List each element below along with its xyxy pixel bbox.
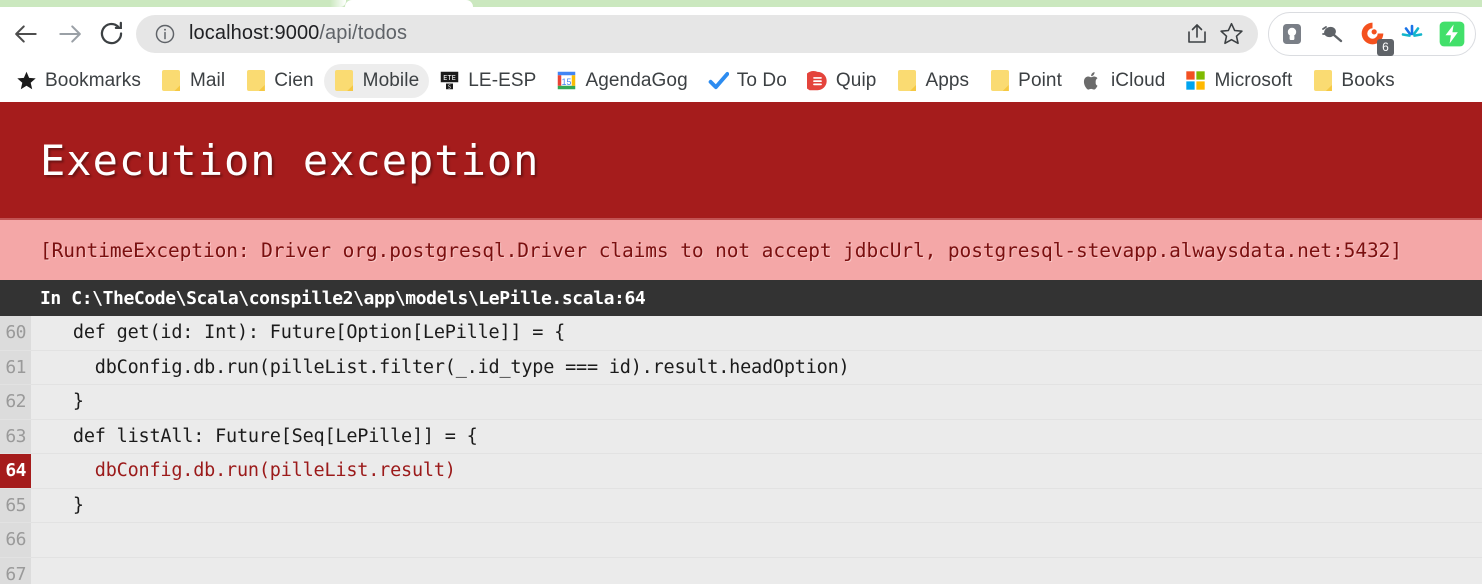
microsoft-icon bbox=[1185, 70, 1206, 91]
page-title: Execution exception bbox=[40, 135, 540, 185]
google-calendar-icon: 15 bbox=[556, 70, 577, 91]
tab-strip-gap bbox=[330, 0, 346, 7]
url-path: /api/todos bbox=[319, 22, 408, 44]
code-line-row: 61 dbConfig.db.run(pilleList.filter(_.id… bbox=[0, 350, 1482, 385]
line-source: def listAll: Future[Seq[LePille]] = { bbox=[51, 425, 478, 447]
share-icon[interactable] bbox=[1185, 22, 1209, 46]
extension-green-bolt-icon[interactable] bbox=[1439, 21, 1465, 47]
code-line-row-error: 64 dbConfig.db.run(pilleList.result) bbox=[0, 454, 1482, 489]
line-number: 66 bbox=[0, 523, 31, 557]
bookmark-item-microsoft[interactable]: Microsoft bbox=[1175, 64, 1302, 98]
bookmark-item-point[interactable]: Point bbox=[979, 64, 1072, 98]
line-source: def get(id: Int): Future[Option[LePille]… bbox=[51, 322, 566, 344]
bookmark-item-le-esp[interactable]: ETE S LE-ESP bbox=[429, 64, 546, 98]
folder-icon bbox=[334, 70, 355, 91]
bookmark-label: LE-ESP bbox=[468, 69, 537, 91]
folder-icon bbox=[989, 70, 1010, 91]
tab-strip bbox=[0, 0, 1482, 7]
extensions-pill: 6 bbox=[1268, 11, 1476, 56]
line-source bbox=[31, 523, 1482, 557]
bookmark-item-books[interactable]: Books bbox=[1302, 64, 1404, 98]
line-number: 63 bbox=[0, 419, 31, 453]
bookmark-item-apps[interactable]: Apps bbox=[886, 64, 979, 98]
star-icon bbox=[16, 70, 37, 91]
url-host: localhost:9000 bbox=[189, 22, 320, 44]
apple-icon bbox=[1082, 70, 1103, 91]
line-number: 61 bbox=[0, 350, 31, 384]
svg-text:S: S bbox=[448, 84, 451, 90]
svg-text:ETE: ETE bbox=[443, 74, 456, 82]
bookmark-label: Mail bbox=[189, 69, 226, 91]
bookmark-item-mobile[interactable]: Mobile bbox=[323, 63, 430, 98]
url-text[interactable]: localhost:9000/api/todos bbox=[189, 22, 1175, 45]
bookmark-label: iCloud bbox=[1110, 69, 1166, 91]
line-number: 62 bbox=[0, 385, 31, 419]
extension-lightbulb-icon[interactable] bbox=[1279, 21, 1305, 47]
folder-icon bbox=[245, 70, 266, 91]
bookmark-item-to-do[interactable]: To Do bbox=[698, 64, 797, 98]
extension-blue-burst-icon[interactable] bbox=[1399, 21, 1425, 47]
line-source: dbConfig.db.run(pilleList.filter(_.id_ty… bbox=[51, 356, 850, 378]
bookmark-label: Point bbox=[1018, 69, 1062, 91]
le-esp-icon: ETE S bbox=[439, 70, 460, 91]
extension-orange-swirl-icon[interactable]: 6 bbox=[1359, 21, 1394, 56]
extension-badge-count: 6 bbox=[1377, 38, 1394, 56]
code-line-row: 67 bbox=[0, 557, 1482, 584]
reload-button[interactable] bbox=[90, 13, 132, 55]
bookmark-label: To Do bbox=[736, 69, 787, 91]
line-source: dbConfig.db.run(pilleList.result) bbox=[51, 460, 456, 482]
bookmark-item-quip[interactable]: Quip bbox=[797, 64, 887, 98]
bookmark-item-mail[interactable]: Mail bbox=[151, 64, 235, 98]
source-code-listing: 60 def get(id: Int): Future[Option[LePil… bbox=[0, 316, 1482, 584]
line-source: } bbox=[51, 494, 84, 516]
error-source-location: In C:\TheCode\Scala\conspille2\app\model… bbox=[0, 280, 1482, 316]
back-button[interactable] bbox=[6, 13, 48, 55]
code-line-row: 65 } bbox=[0, 488, 1482, 523]
bookmark-label: Apps bbox=[925, 69, 970, 91]
blue-check-icon bbox=[708, 70, 729, 91]
bookmark-label: AgendaGog bbox=[585, 69, 688, 91]
bookmark-label: Bookmarks bbox=[45, 69, 141, 91]
bookmark-label: Mobile bbox=[362, 69, 420, 91]
bookmarks-bar: Bookmarks Mail Cien Mobile ETE S LE-ESP … bbox=[0, 60, 1482, 102]
code-line-row: 66 bbox=[0, 523, 1482, 558]
line-number: 64 bbox=[0, 454, 31, 488]
bookmark-item-bookmarks[interactable]: Bookmarks bbox=[6, 64, 151, 98]
bookmark-label: Microsoft bbox=[1214, 69, 1293, 91]
browser-toolbar: localhost:9000/api/todos 6 bbox=[0, 7, 1482, 60]
bookmark-label: Cien bbox=[274, 69, 314, 91]
extension-plug-icon[interactable] bbox=[1319, 21, 1345, 47]
folder-icon bbox=[161, 70, 182, 91]
site-information-icon[interactable] bbox=[154, 23, 176, 45]
error-header: Execution exception bbox=[0, 102, 1482, 220]
browser-chrome: localhost:9000/api/todos 6 Bookmarks Mai… bbox=[0, 0, 1482, 102]
code-line-row: 60 def get(id: Int): Future[Option[LePil… bbox=[0, 316, 1482, 351]
bookmark-item-agendagog[interactable]: 15 AgendaGog bbox=[546, 64, 697, 98]
folder-icon bbox=[896, 70, 917, 91]
active-browser-tab[interactable] bbox=[345, 0, 473, 7]
address-bar[interactable]: localhost:9000/api/todos bbox=[136, 14, 1258, 53]
bookmark-item-icloud[interactable]: iCloud bbox=[1072, 64, 1175, 98]
bookmark-star-icon[interactable] bbox=[1219, 21, 1244, 46]
quip-icon bbox=[806, 70, 828, 91]
play-error-page: Execution exception [RuntimeException: D… bbox=[0, 102, 1482, 584]
bookmark-item-cien[interactable]: Cien bbox=[235, 64, 323, 98]
line-source bbox=[31, 558, 1482, 584]
code-line-row: 62 } bbox=[0, 385, 1482, 420]
error-detail-message: [RuntimeException: Driver org.postgresql… bbox=[0, 220, 1482, 280]
folder-icon bbox=[1312, 70, 1333, 91]
code-line-row: 63 def listAll: Future[Seq[LePille]] = { bbox=[0, 419, 1482, 454]
svg-text:15: 15 bbox=[562, 77, 572, 87]
bookmark-label: Quip bbox=[835, 69, 877, 91]
line-number: 67 bbox=[0, 557, 31, 584]
bookmark-label: Books bbox=[1341, 69, 1395, 91]
line-source: } bbox=[51, 391, 84, 413]
forward-button[interactable] bbox=[48, 13, 90, 55]
line-number: 60 bbox=[0, 316, 31, 350]
line-number: 65 bbox=[0, 488, 31, 522]
